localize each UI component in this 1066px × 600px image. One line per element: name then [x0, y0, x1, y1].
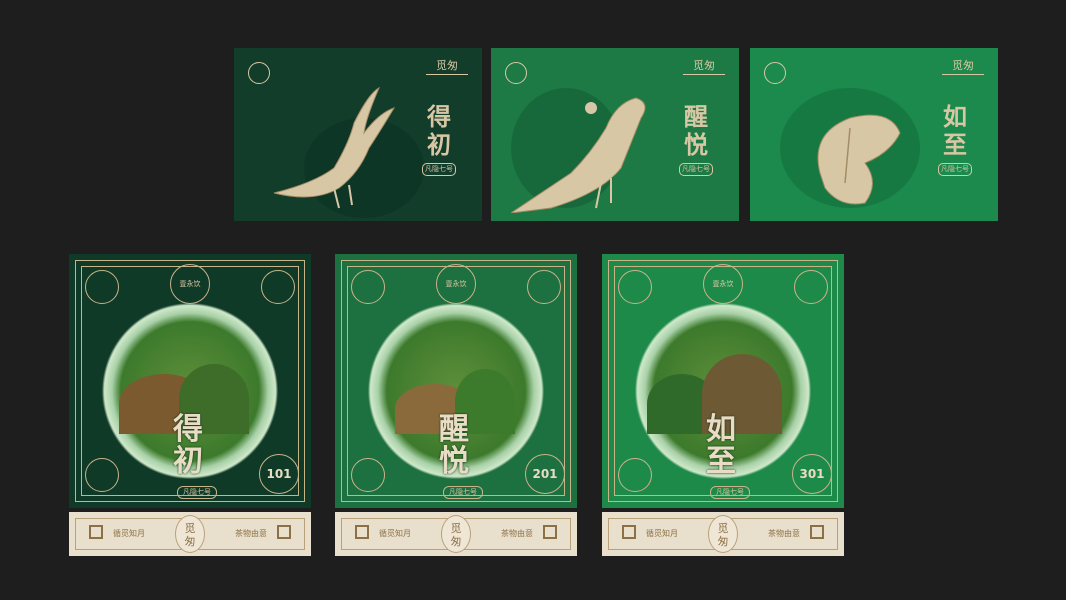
emblem: 壹永饮: [436, 264, 476, 304]
package-title: 得初: [173, 412, 203, 479]
strip-left-text: 循觅知月: [646, 529, 678, 538]
package-number: 101: [259, 454, 299, 494]
package-tag: 凡隐七号: [443, 486, 483, 499]
package-front: 壹永饮 醒悦 凡隐七号 201: [335, 254, 577, 508]
emblem: 壹永饮: [170, 264, 210, 304]
package-front: 壹永饮 如至 凡隐七号 301: [602, 254, 844, 508]
package-tag: 凡隐七号: [177, 486, 217, 499]
package-number: 201: [525, 454, 565, 494]
brand-mark: 觅匆: [426, 60, 468, 75]
package-strip: 循觅知月 觅匆 茶物由意: [69, 512, 311, 556]
tile-title: 得初 凡隐七号: [420, 103, 458, 176]
strip-right-text: 茶物由意: [501, 529, 533, 538]
strip-left-text: 循觅知月: [113, 529, 145, 538]
package-strip: 循觅知月 觅匆 茶物由意: [602, 512, 844, 556]
bird-icon: [273, 86, 396, 209]
qr-icon: [277, 525, 291, 539]
qr-icon: [810, 525, 824, 539]
tile-ruzhi: 觅匆 如至 凡隐七号: [750, 48, 998, 221]
package-ruzhi: 壹永饮 如至 凡隐七号 301 循觅知月 觅匆 茶物由意: [602, 254, 844, 556]
strip-right-text: 茶物由意: [235, 529, 267, 538]
corner-medallion: [794, 270, 828, 304]
tile-title: 如至 凡隐七号: [936, 103, 974, 176]
corner-medallion: [527, 270, 561, 304]
qr-icon: [622, 525, 636, 539]
qr-icon: [355, 525, 369, 539]
brand-mark: 觅匆: [942, 60, 984, 75]
package-xingyue: 壹永饮 醒悦 凡隐七号 201 循觅知月 觅匆 茶物由意: [335, 254, 577, 556]
emblem: 壹永饮: [703, 264, 743, 304]
bird-icon: [511, 97, 646, 213]
strip-left-text: 循觅知月: [379, 529, 411, 538]
package-front: 壹永饮 得初 凡隐七号 101: [69, 254, 311, 508]
corner-medallion: [261, 270, 295, 304]
corner-medallion: [351, 458, 385, 492]
package-number: 301: [792, 454, 832, 494]
strip-logo: 觅匆: [708, 515, 738, 553]
corner-medallion: [618, 458, 652, 492]
corner-medallion: [85, 458, 119, 492]
tile-dechu: 觅匆 得初 凡隐七号: [234, 48, 482, 221]
brand-mark: 觅匆: [683, 60, 725, 75]
tile-title: 醒悦 凡隐七号: [677, 103, 715, 176]
strip-logo: 觅匆: [175, 515, 205, 553]
qr-icon: [89, 525, 103, 539]
tile-xingyue: 觅匆 醒悦 凡隐七号: [491, 48, 739, 221]
package-title: 如至: [706, 412, 736, 479]
butterfly-icon: [817, 114, 901, 205]
package-title: 醒悦: [439, 412, 469, 479]
package-tag: 凡隐七号: [710, 486, 750, 499]
strip-right-text: 茶物由意: [768, 529, 800, 538]
corner-medallion: [351, 270, 385, 304]
strip-logo: 觅匆: [441, 515, 471, 553]
package-dechu: 壹永饮 得初 凡隐七号 101 循觅知月 觅匆 茶物由意: [69, 254, 311, 556]
corner-medallion: [618, 270, 652, 304]
corner-medallion: [85, 270, 119, 304]
package-strip: 循觅知月 觅匆 茶物由意: [335, 512, 577, 556]
qr-icon: [543, 525, 557, 539]
